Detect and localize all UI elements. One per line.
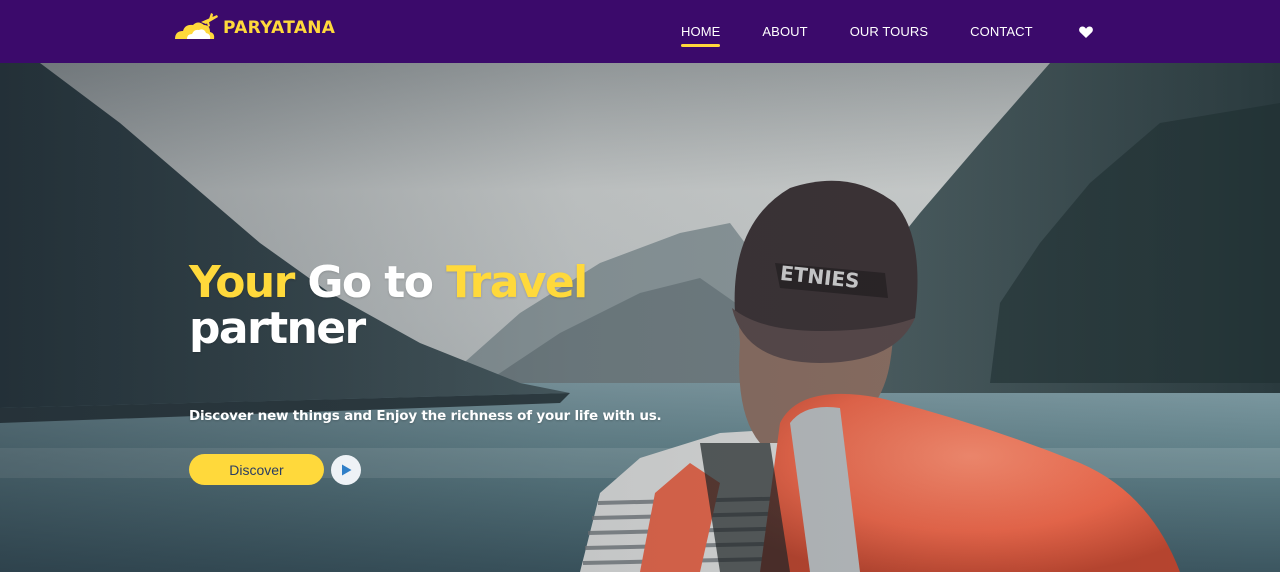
play-icon xyxy=(342,464,352,475)
hero-title: Your Go to Travel partner xyxy=(189,260,709,352)
navbar: PARYATANA HOME ABOUT OUR TOURS CONTACT xyxy=(0,0,1280,63)
nav-item-favorites xyxy=(1075,24,1094,40)
nav-item-our-tours: OUR TOURS xyxy=(850,24,928,40)
nav-link-home[interactable]: HOME xyxy=(681,24,721,47)
nav-menu: HOME ABOUT OUR TOURS CONTACT xyxy=(681,0,1094,63)
brand-link[interactable]: PARYATANA xyxy=(173,10,335,46)
brand-name: PARYATANA xyxy=(223,18,336,38)
favorites-button[interactable] xyxy=(1078,24,1094,40)
nav-link-our-tours[interactable]: OUR TOURS xyxy=(850,24,928,40)
airplane-cloud-logo-icon xyxy=(175,13,218,39)
hero-title-word-partner: partner xyxy=(189,303,366,354)
hero-title-word-travel: Travel xyxy=(446,257,588,308)
nav-link-about[interactable]: ABOUT xyxy=(762,24,807,40)
nav-item-contact: CONTACT xyxy=(970,24,1033,40)
nav-item-about: ABOUT xyxy=(762,24,807,40)
play-video-button[interactable] xyxy=(331,454,361,485)
hero-content: Your Go to Travel partner Discover new t… xyxy=(189,260,709,485)
heart-icon xyxy=(1078,25,1093,38)
hero-subtitle: Discover new things and Enjoy the richne… xyxy=(189,408,662,424)
nav-item-home: HOME xyxy=(681,24,721,47)
nav-link-contact[interactable]: CONTACT xyxy=(970,24,1033,40)
hero-title-word-go-to: Go to xyxy=(307,257,434,308)
hero-section: ETNIES Your Go to Travel partner Discove… xyxy=(0,63,1280,572)
hero-cta-row: Discover xyxy=(189,454,361,485)
hero-title-word-your: Your xyxy=(189,257,295,308)
discover-button[interactable]: Discover xyxy=(189,454,324,485)
